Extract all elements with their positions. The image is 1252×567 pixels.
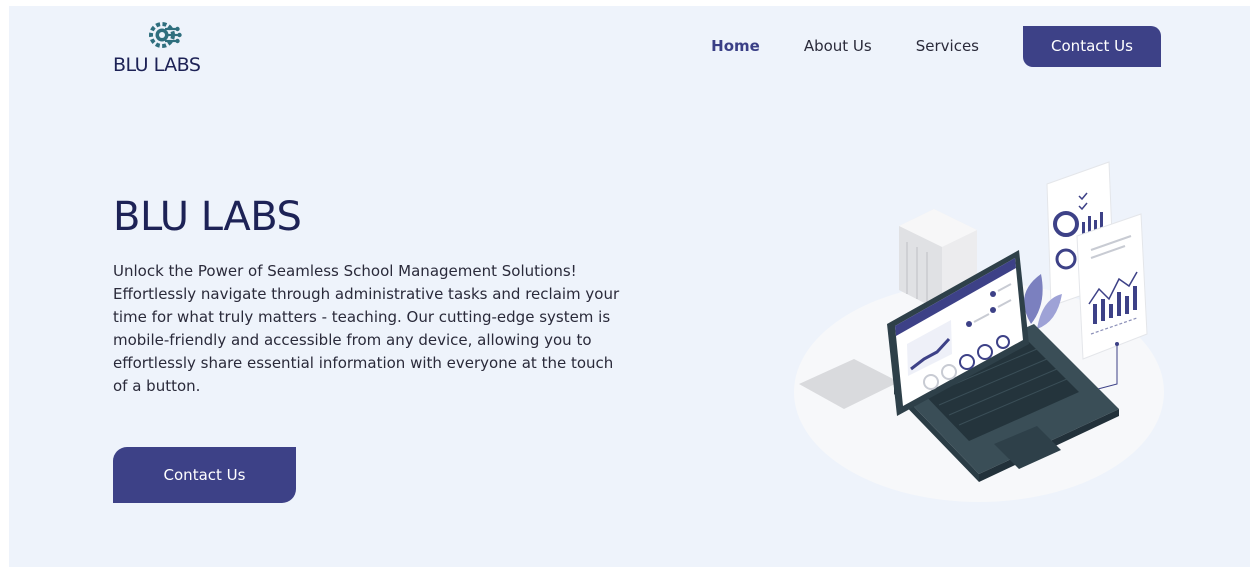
hero-title: BLU LABS bbox=[113, 194, 302, 240]
brand-name: BLU LABS bbox=[113, 54, 201, 76]
nav-services[interactable]: Services bbox=[916, 37, 979, 55]
hero-description: Unlock the Power of Seamless School Mana… bbox=[113, 262, 620, 395]
nav-about-us[interactable]: About Us bbox=[804, 37, 872, 55]
gear-circuit-icon bbox=[149, 22, 182, 48]
brand-logo[interactable]: BLU LABS bbox=[113, 20, 233, 80]
laptop-dashboard-illustration bbox=[794, 161, 1164, 502]
nav-home[interactable]: Home bbox=[711, 37, 760, 55]
hero-contact-us-button[interactable]: Contact Us bbox=[113, 447, 296, 503]
main-nav: Home About Us Services Contact Us bbox=[711, 25, 1161, 67]
page: BLU LABS Home About Us Services Contact … bbox=[9, 6, 1250, 567]
nav-contact-us-button[interactable]: Contact Us bbox=[1023, 25, 1161, 67]
